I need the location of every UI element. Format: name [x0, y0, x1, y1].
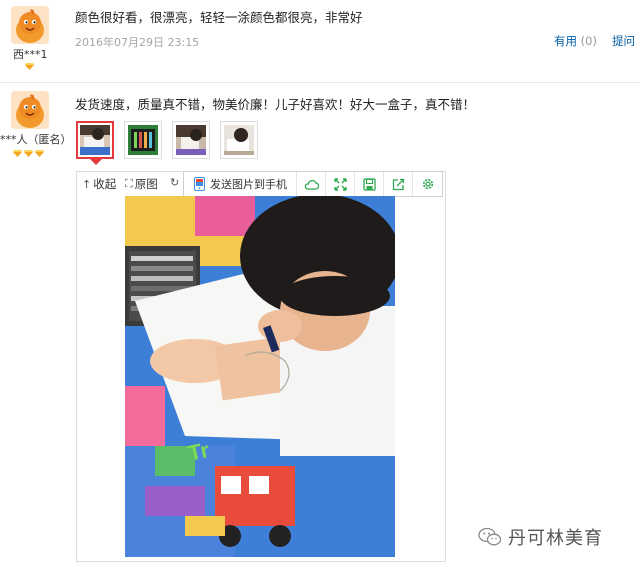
review-text: 发货速度，质量真不错，物美价廉！儿子好喜欢！好大一盒子，真不错！ [75, 97, 476, 112]
cloud-icon [304, 179, 319, 190]
username: ***人（匿名） [0, 133, 72, 146]
image-hover-toolbar: 发送图片到手机 [183, 171, 443, 197]
collapse-button[interactable]: ↑ 收起 [82, 176, 116, 192]
active-thumbnail-indicator [90, 159, 102, 165]
expand-icon: ⛶ [125, 177, 133, 190]
review-date: 2016年07月29日 23:15 [75, 36, 200, 49]
useful-count: (0) [580, 34, 597, 48]
send-to-phone-button[interactable]: 发送图片到手机 [184, 172, 297, 196]
ask-question-link[interactable]: 提问 [612, 33, 635, 49]
share-icon [392, 178, 404, 190]
diamond-icon [35, 150, 44, 157]
user-level-badge [13, 150, 44, 157]
diamond-icon [24, 150, 33, 157]
cloud-button[interactable] [297, 172, 326, 196]
arrow-up-icon: ↑ [82, 177, 92, 191]
review-photo[interactable]: Tr [125, 196, 395, 557]
settings-button[interactable] [413, 172, 442, 196]
wechat-icon [478, 527, 502, 546]
diamond-icon [25, 63, 34, 70]
review-image-thumbnail[interactable] [220, 121, 258, 159]
review-image-thumbnail[interactable] [124, 121, 162, 159]
fullscreen-button[interactable] [326, 172, 355, 196]
rotate-icon: ↻ [170, 176, 180, 189]
fullscreen-icon [333, 177, 347, 191]
avatar [11, 91, 49, 129]
diamond-icon [13, 150, 22, 157]
original-image-button[interactable]: ⛶ 原图 [125, 176, 158, 192]
useful-button[interactable]: 有用 (0) [554, 33, 597, 49]
save-icon [362, 177, 376, 191]
watermark: 丹可林美育 [478, 524, 603, 550]
original-image-label: 原图 [134, 177, 158, 191]
username: 西***1 [13, 48, 48, 61]
useful-label: 有用 [554, 34, 577, 48]
review-image-thumbnail[interactable] [76, 121, 114, 159]
review-divider [0, 82, 640, 83]
phone-icon [194, 177, 205, 191]
share-button[interactable] [384, 172, 413, 196]
user-level-badge [25, 63, 34, 70]
rotate-button[interactable]: ↻ [170, 176, 179, 189]
review-text: 颜色很好看，很漂亮，轻轻一涂颜色都很亮，非常好 [75, 10, 363, 25]
save-button[interactable] [355, 172, 384, 196]
avatar [11, 6, 49, 44]
settings-icon [422, 178, 433, 190]
send-to-phone-label: 发送图片到手机 [210, 178, 287, 191]
collapse-label: 收起 [93, 177, 117, 191]
review-image-thumbnail[interactable] [172, 121, 210, 159]
watermark-text: 丹可林美育 [508, 528, 603, 549]
